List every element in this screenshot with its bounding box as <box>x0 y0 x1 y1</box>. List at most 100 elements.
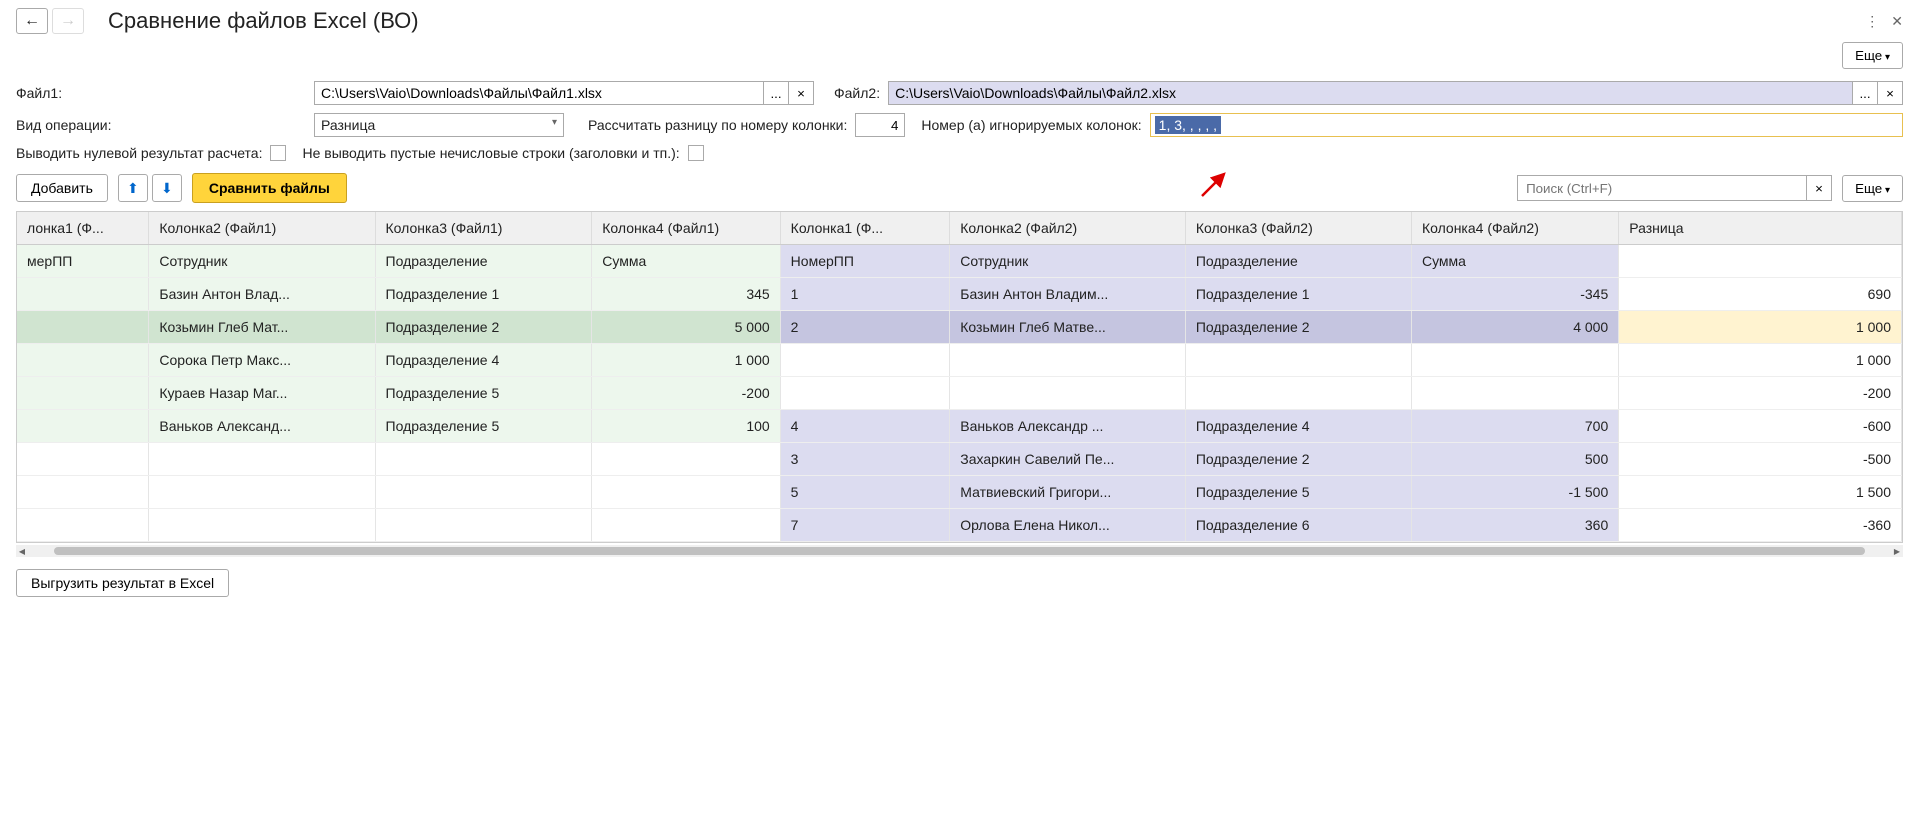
export-excel-button[interactable]: Выгрузить результат в Excel <box>16 569 229 597</box>
cell-a1[interactable] <box>17 311 149 344</box>
table-row[interactable]: 5Матвиевский Григори...Подразделение 5-1… <box>17 476 1902 509</box>
add-button[interactable]: Добавить <box>16 174 108 202</box>
cell-a4[interactable] <box>592 476 780 509</box>
cell-b3[interactable]: Подразделение 2 <box>1185 443 1411 476</box>
cell-b4[interactable]: 700 <box>1411 410 1618 443</box>
move-up-button[interactable]: ⬆ <box>118 174 148 202</box>
cell-a4[interactable]: 5 000 <box>592 311 780 344</box>
cell-a2[interactable] <box>149 443 375 476</box>
cell-b3[interactable]: Подразделение <box>1185 245 1411 278</box>
col-header[interactable]: Колонка2 (Файл2) <box>950 212 1186 245</box>
file2-browse-button[interactable]: ... <box>1852 81 1878 105</box>
col-header[interactable]: Колонка1 (Ф... <box>780 212 950 245</box>
cell-a2[interactable]: Козьмин Глеб Мат... <box>149 311 375 344</box>
cell-diff[interactable]: -360 <box>1619 509 1902 542</box>
cell-b2[interactable] <box>950 377 1186 410</box>
close-icon[interactable]: ✕ <box>1891 13 1903 30</box>
cell-a2[interactable]: Кураев Назар Маг... <box>149 377 375 410</box>
cell-b2[interactable]: Ваньков Александр ... <box>950 410 1186 443</box>
cell-b2[interactable] <box>950 344 1186 377</box>
table-row[interactable]: Базин Антон Влад...Подразделение 13451Ба… <box>17 278 1902 311</box>
cell-b1[interactable] <box>780 344 950 377</box>
more-button-top[interactable]: Еще <box>1842 42 1903 69</box>
nav-back-button[interactable]: ← <box>16 8 48 34</box>
cell-b2[interactable]: Захаркин Савелий Пе... <box>950 443 1186 476</box>
file2-input[interactable] <box>888 81 1853 105</box>
file1-clear-button[interactable]: × <box>788 81 814 105</box>
cell-b1[interactable]: 5 <box>780 476 950 509</box>
cell-a3[interactable] <box>375 509 592 542</box>
cell-b2[interactable]: Сотрудник <box>950 245 1186 278</box>
search-clear-button[interactable]: × <box>1806 175 1832 201</box>
empty-rows-checkbox[interactable] <box>688 145 704 161</box>
table-row[interactable]: мерППСотрудникПодразделениеСуммаНомерППС… <box>17 245 1902 278</box>
cell-a1[interactable] <box>17 344 149 377</box>
cell-b4[interactable]: 360 <box>1411 509 1618 542</box>
cell-a4[interactable]: -200 <box>592 377 780 410</box>
col-header[interactable]: Разница <box>1619 212 1902 245</box>
results-table[interactable]: лонка1 (Ф... Колонка2 (Файл1) Колонка3 (… <box>16 211 1903 543</box>
ignore-columns-input[interactable]: 1, 3, , , , , <box>1150 113 1903 137</box>
col-header[interactable]: лонка1 (Ф... <box>17 212 149 245</box>
cell-a1[interactable] <box>17 443 149 476</box>
cell-b3[interactable] <box>1185 377 1411 410</box>
cell-b1[interactable]: 1 <box>780 278 950 311</box>
cell-a2[interactable]: Базин Антон Влад... <box>149 278 375 311</box>
cell-a3[interactable]: Подразделение <box>375 245 592 278</box>
cell-b3[interactable]: Подразделение 4 <box>1185 410 1411 443</box>
cell-b4[interactable]: 4 000 <box>1411 311 1618 344</box>
cell-a4[interactable]: 1 000 <box>592 344 780 377</box>
cell-a2[interactable]: Сотрудник <box>149 245 375 278</box>
cell-a4[interactable]: 100 <box>592 410 780 443</box>
cell-a1[interactable] <box>17 509 149 542</box>
cell-b4[interactable] <box>1411 344 1618 377</box>
kebab-icon[interactable]: ⋮ <box>1865 13 1879 30</box>
horizontal-scrollbar[interactable]: ◀ ▶ <box>16 545 1903 557</box>
cell-a1[interactable] <box>17 410 149 443</box>
cell-b3[interactable]: Подразделение 2 <box>1185 311 1411 344</box>
cell-a4[interactable] <box>592 509 780 542</box>
scrollbar-thumb[interactable] <box>54 547 1866 555</box>
cell-b4[interactable]: -345 <box>1411 278 1618 311</box>
cell-b3[interactable]: Подразделение 1 <box>1185 278 1411 311</box>
cell-diff[interactable]: 1 500 <box>1619 476 1902 509</box>
cell-a4[interactable]: 345 <box>592 278 780 311</box>
cell-b4[interactable]: Сумма <box>1411 245 1618 278</box>
cell-a3[interactable] <box>375 443 592 476</box>
compare-button[interactable]: Сравнить файлы <box>192 173 347 203</box>
cell-a1[interactable] <box>17 476 149 509</box>
cell-b1[interactable]: 2 <box>780 311 950 344</box>
scroll-right-icon[interactable]: ▶ <box>1891 545 1903 557</box>
table-row[interactable]: 3Захаркин Савелий Пе...Подразделение 250… <box>17 443 1902 476</box>
table-row[interactable]: Ваньков Александ...Подразделение 51004Ва… <box>17 410 1902 443</box>
more-button-toolbar[interactable]: Еще <box>1842 175 1903 202</box>
cell-a4[interactable]: Сумма <box>592 245 780 278</box>
cell-b1[interactable]: 3 <box>780 443 950 476</box>
cell-a3[interactable]: Подразделение 5 <box>375 410 592 443</box>
cell-a2[interactable]: Сорока Петр Макс... <box>149 344 375 377</box>
cell-b1[interactable]: 7 <box>780 509 950 542</box>
cell-b2[interactable]: Козьмин Глеб Матве... <box>950 311 1186 344</box>
cell-a3[interactable]: Подразделение 5 <box>375 377 592 410</box>
calc-column-input[interactable] <box>855 113 905 137</box>
cell-a1[interactable]: мерПП <box>17 245 149 278</box>
cell-a3[interactable]: Подразделение 2 <box>375 311 592 344</box>
file2-clear-button[interactable]: × <box>1877 81 1903 105</box>
search-input[interactable] <box>1517 175 1807 201</box>
cell-b1[interactable] <box>780 377 950 410</box>
cell-b3[interactable] <box>1185 344 1411 377</box>
table-row[interactable]: 7Орлова Елена Никол...Подразделение 6360… <box>17 509 1902 542</box>
cell-a3[interactable]: Подразделение 4 <box>375 344 592 377</box>
cell-diff[interactable]: 1 000 <box>1619 311 1902 344</box>
cell-a1[interactable] <box>17 278 149 311</box>
cell-a4[interactable] <box>592 443 780 476</box>
file1-browse-button[interactable]: ... <box>763 81 789 105</box>
table-row[interactable]: Сорока Петр Макс...Подразделение 41 0001… <box>17 344 1902 377</box>
table-row[interactable]: Кураев Назар Маг...Подразделение 5-200-2… <box>17 377 1902 410</box>
cell-b2[interactable]: Матвиевский Григори... <box>950 476 1186 509</box>
cell-diff[interactable]: 1 000 <box>1619 344 1902 377</box>
col-header[interactable]: Колонка4 (Файл2) <box>1411 212 1618 245</box>
col-header[interactable]: Колонка2 (Файл1) <box>149 212 375 245</box>
cell-a3[interactable]: Подразделение 1 <box>375 278 592 311</box>
cell-b2[interactable]: Базин Антон Владим... <box>950 278 1186 311</box>
